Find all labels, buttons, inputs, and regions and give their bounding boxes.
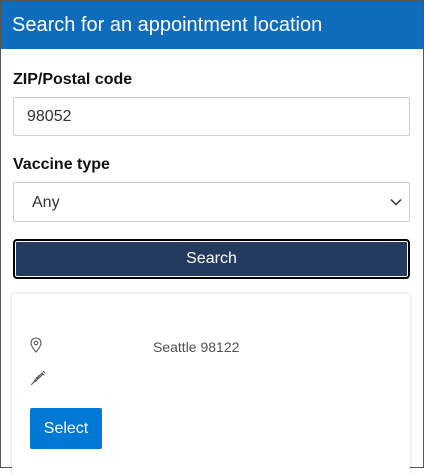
vaccine-type-value: Any <box>32 194 60 211</box>
panel-title: Search for an appointment location <box>12 14 323 36</box>
map-pin-icon <box>30 337 42 353</box>
vaccine-type-label: Vaccine type <box>13 156 110 173</box>
zip-input[interactable] <box>13 97 410 136</box>
syringe-icon <box>30 370 46 386</box>
select-location-button[interactable]: Select <box>30 408 102 449</box>
search-button[interactable]: Search <box>13 239 410 279</box>
panel-header: Search for an appointment location <box>1 1 423 49</box>
chevron-down-icon <box>390 198 402 206</box>
appointment-search-panel: Search for an appointment location ZIP/P… <box>0 0 424 474</box>
result-city: Seattle 98122 <box>153 339 240 355</box>
vaccine-type-select[interactable]: Any <box>13 182 410 222</box>
result-card: Seattle 98122 Select <box>12 294 410 474</box>
zip-label: ZIP/Postal code <box>13 71 133 88</box>
